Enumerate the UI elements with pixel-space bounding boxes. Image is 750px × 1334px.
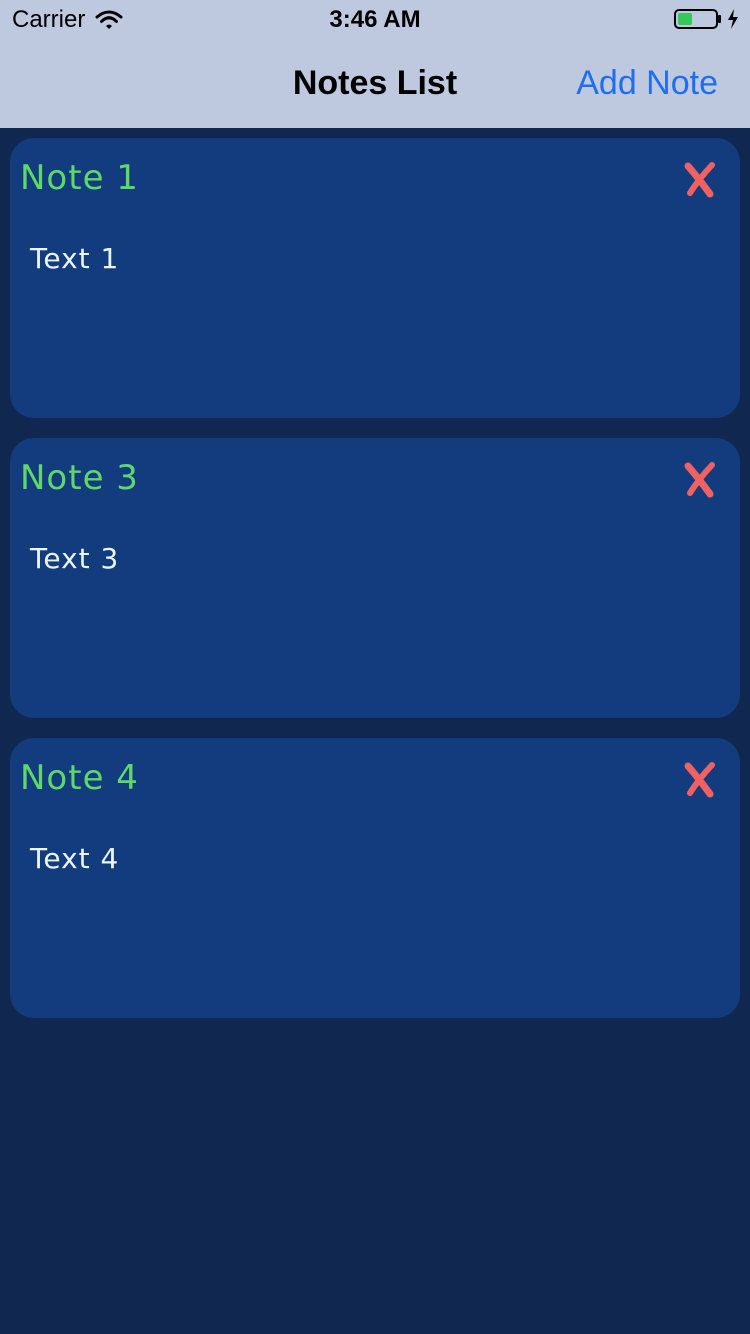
close-icon xyxy=(684,462,715,498)
navigation-bar: Notes List Add Note xyxy=(0,40,750,128)
note-card[interactable]: Note 3 Text 3 xyxy=(10,438,740,718)
add-note-button[interactable]: Add Note xyxy=(576,64,718,103)
note-title: Note 4 xyxy=(20,758,139,798)
close-icon xyxy=(684,162,715,198)
note-title: Note 3 xyxy=(20,458,139,498)
battery-indicator xyxy=(674,8,740,30)
status-bar: Carrier 3:46 AM xyxy=(0,0,750,40)
note-card[interactable]: Note 1 Text 1 xyxy=(10,138,740,418)
clock: 3:46 AM xyxy=(329,6,421,33)
note-text: Text 4 xyxy=(30,842,120,875)
note-title: Note 1 xyxy=(20,158,139,198)
delete-note-button[interactable] xyxy=(680,760,720,800)
note-text: Text 3 xyxy=(30,542,120,575)
close-icon xyxy=(684,762,715,798)
note-card[interactable]: Note 4 Text 4 xyxy=(10,738,740,1018)
charging-bolt-icon xyxy=(726,8,740,30)
note-text: Text 1 xyxy=(30,242,120,275)
delete-note-button[interactable] xyxy=(680,460,720,500)
battery-icon xyxy=(674,8,722,30)
notes-list: Note 1 Text 1 Note 3 Text 3 Note 4 Text … xyxy=(10,138,740,1038)
delete-note-button[interactable] xyxy=(680,160,720,200)
